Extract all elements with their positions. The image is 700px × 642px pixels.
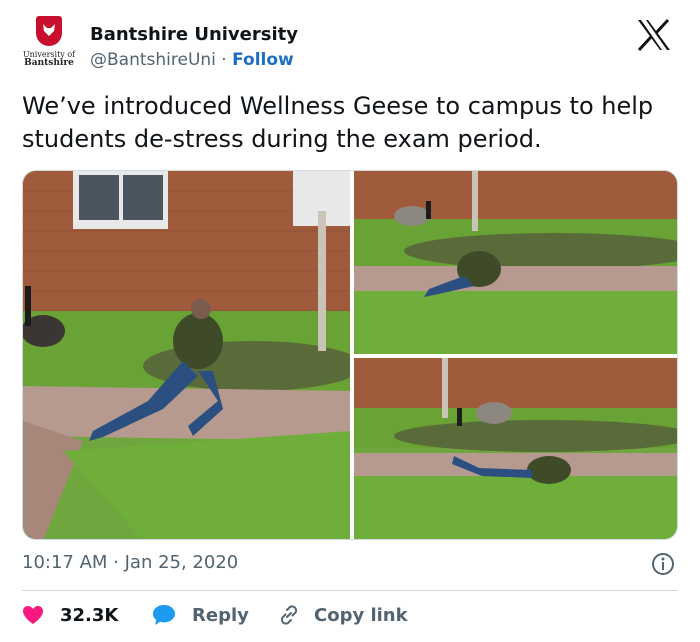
- fox-icon: [43, 24, 55, 36]
- reply-button[interactable]: Reply: [152, 598, 249, 632]
- follow-button[interactable]: Follow: [232, 50, 294, 70]
- university-logo[interactable]: University of Bantshire: [16, 16, 82, 76]
- info-icon[interactable]: [651, 552, 675, 576]
- separator-dot: ·: [221, 50, 227, 70]
- heart-icon: [23, 606, 43, 624]
- handle-row: @BantshireUni · Follow: [90, 50, 294, 70]
- divider: [22, 590, 678, 591]
- photo-man-running-from-goose[interactable]: [23, 171, 350, 539]
- crest-icon: [36, 16, 62, 46]
- like-button[interactable]: 32.3K: [22, 598, 118, 632]
- media-grid: [22, 170, 678, 540]
- link-icon: [280, 605, 298, 625]
- account-name[interactable]: Bantshire University: [90, 24, 298, 45]
- logo-text-line2: Bantshire: [24, 58, 74, 68]
- copy-link-label: Copy link: [314, 604, 408, 626]
- tweet-actions: 32.3K Reply Copy link: [22, 598, 678, 632]
- reply-label: Reply: [192, 604, 249, 626]
- tweet-timestamp[interactable]: 10:17 AM · Jan 25, 2020: [22, 552, 238, 573]
- tweet-header: University of Bantshire Bantshire Univer…: [0, 0, 700, 90]
- copy-link-button[interactable]: Copy link: [276, 598, 408, 632]
- photo-man-falling-on-grass[interactable]: [354, 358, 677, 539]
- like-count: 32.3K: [60, 604, 119, 626]
- account-handle[interactable]: @BantshireUni: [90, 50, 216, 70]
- tweet-text: We’ve introduced Wellness Geese to campu…: [22, 92, 654, 153]
- photo-goose-chasing-man[interactable]: [354, 171, 677, 354]
- x-logo-icon[interactable]: [636, 18, 672, 52]
- speech-bubble-icon: [153, 605, 175, 625]
